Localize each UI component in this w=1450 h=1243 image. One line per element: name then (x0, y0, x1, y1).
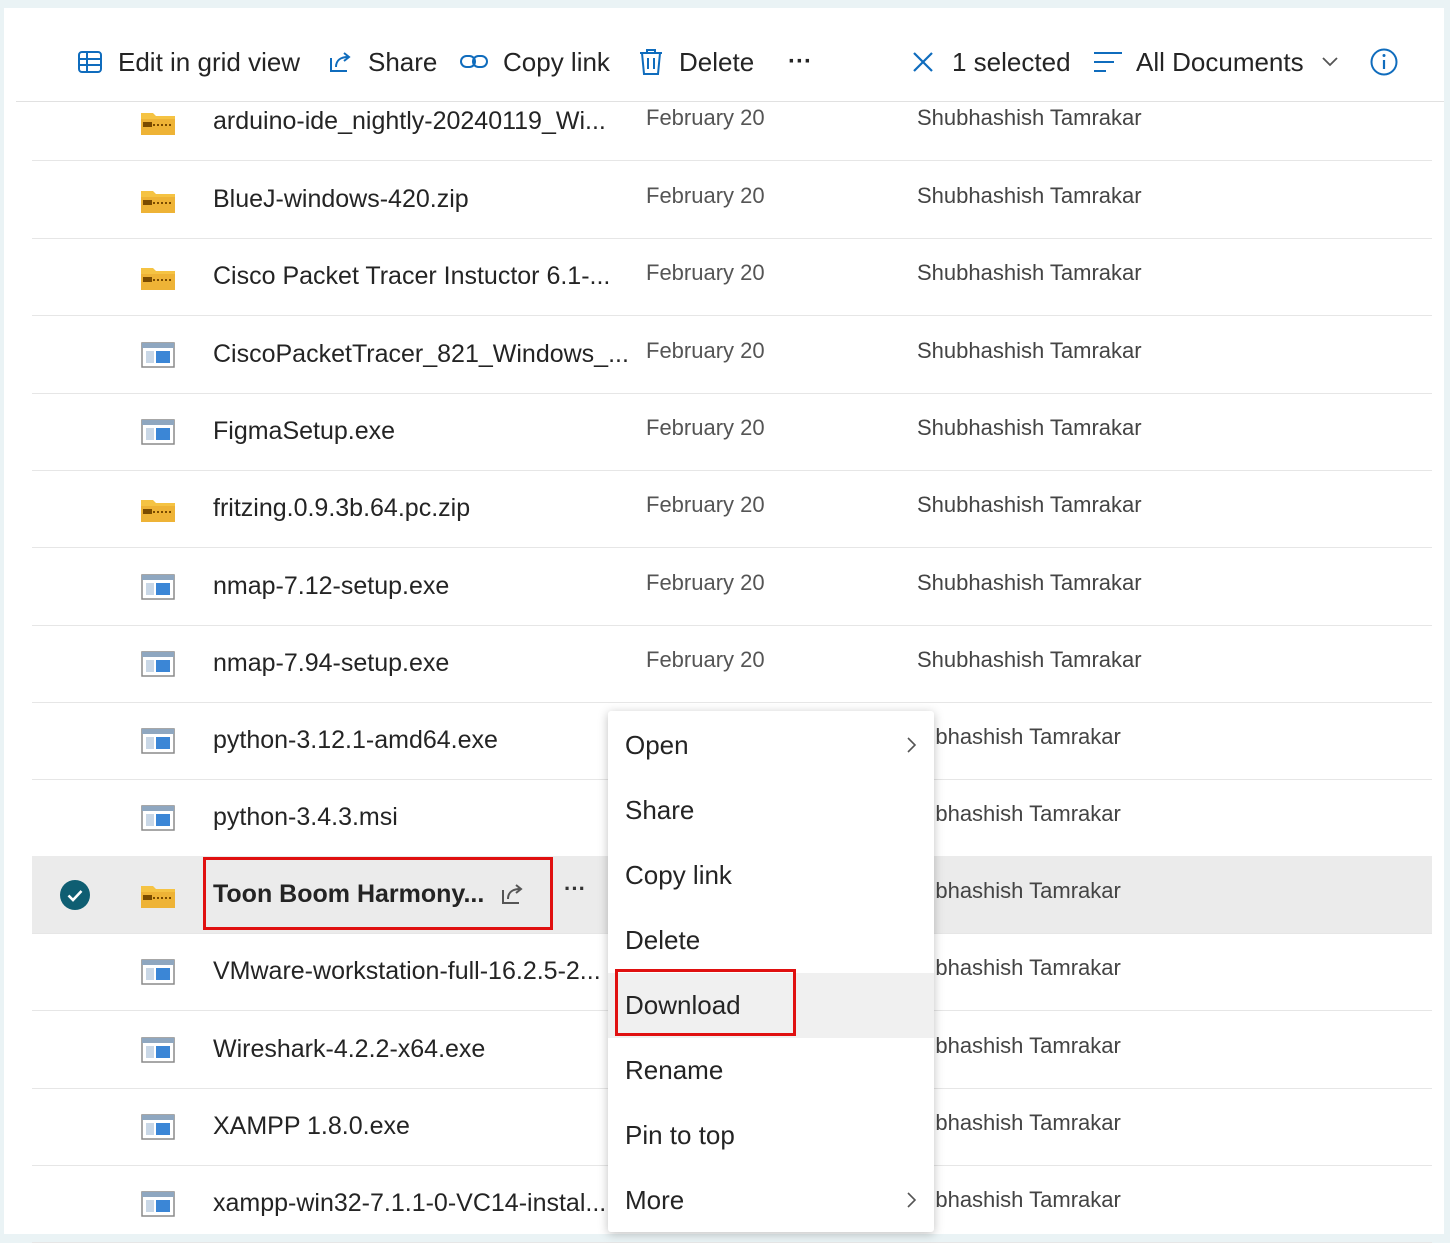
file-modified-by: ıubhashish Tamrakar (917, 724, 1121, 749)
menu-item-rename[interactable]: Rename (608, 1038, 934, 1103)
file-name[interactable]: CiscoPacketTracer_821_Windows_... (213, 316, 629, 393)
menu-item-label: Delete (625, 925, 701, 955)
row-more-button[interactable]: ··· (564, 876, 594, 906)
file-row[interactable]: nmap-7.12-setup.exe February 20 Shubhash… (32, 548, 1432, 626)
chevron-right-icon (904, 1190, 918, 1215)
menu-item-more[interactable]: More (608, 1168, 934, 1233)
share-icon (326, 48, 354, 76)
menu-item-open[interactable]: Open (608, 713, 934, 778)
file-row[interactable]: nmap-7.94-setup.exe February 20 Shubhash… (32, 625, 1432, 703)
copy-link-label: Copy link (503, 46, 610, 77)
chevron-right-icon (904, 735, 918, 760)
file-name[interactable]: Cisco Packet Tracer Instuctor 6.1-... (213, 238, 610, 315)
file-modified: February 20 (646, 338, 765, 363)
exe-file-icon (140, 803, 176, 838)
grid-icon (76, 48, 104, 76)
zip-folder-icon (140, 107, 176, 142)
share-label: Share (368, 46, 438, 77)
file-modified: February 20 (646, 105, 765, 130)
file-name[interactable]: python-3.12.1-amd64.exe (213, 702, 498, 779)
file-modified-by: Shubhashish Tamrakar (917, 105, 1142, 130)
file-name[interactable]: arduino-ide_nightly-20240119_Wi... (213, 83, 606, 160)
list-lines-icon (1092, 48, 1124, 76)
link-icon (459, 48, 489, 76)
row-check-icon[interactable] (60, 880, 90, 910)
menu-item-share[interactable]: Share (608, 778, 934, 843)
file-modified: February 20 (646, 492, 765, 517)
zip-folder-icon (140, 262, 176, 297)
file-name[interactable]: nmap-7.12-setup.exe (213, 548, 449, 625)
file-name[interactable]: VMware-workstation-full-16.2.5-2... (213, 933, 601, 1010)
exe-file-icon (140, 726, 176, 761)
exe-file-icon (140, 417, 176, 452)
file-modified-by: Shubhashish Tamrakar (917, 415, 1142, 440)
file-modified-by: Shubhashish Tamrakar (917, 183, 1142, 208)
file-row[interactable]: Cisco Packet Tracer Instuctor 6.1-... Fe… (32, 238, 1432, 316)
file-name[interactable]: Wireshark-4.2.2-x64.exe (213, 1011, 485, 1088)
menu-item-label: Share (625, 795, 695, 825)
file-name[interactable]: XAMPP 1.8.0.exe (213, 1088, 410, 1165)
file-modified-by: ıubhashish Tamrakar (917, 878, 1121, 903)
file-row[interactable]: FigmaSetup.exe February 20 Shubhashish T… (32, 393, 1432, 471)
file-modified-by: Shubhashish Tamrakar (917, 338, 1142, 363)
file-name[interactable]: fritzing.0.9.3b.64.pc.zip (213, 470, 470, 547)
zip-folder-icon (140, 880, 176, 915)
file-modified-by: Shubhashish Tamrakar (917, 570, 1142, 595)
file-row[interactable]: CiscoPacketTracer_821_Windows_... Februa… (32, 316, 1432, 394)
file-modified-by: Shubhashish Tamrakar (917, 260, 1142, 285)
exe-file-icon (140, 1112, 176, 1147)
file-name[interactable]: python-3.4.3.msi (213, 779, 398, 856)
file-row[interactable]: arduino-ide_nightly-20240119_Wi... Febru… (32, 83, 1432, 161)
file-modified-by: ıubhashish Tamrakar (917, 1033, 1121, 1058)
file-modified-by: Shubhashish Tamrakar (917, 647, 1142, 672)
menu-item-label: Open (625, 730, 689, 760)
view-label: All Documents (1136, 46, 1304, 77)
exe-file-icon (140, 340, 176, 375)
file-row[interactable]: fritzing.0.9.3b.64.pc.zip February 20 Sh… (32, 470, 1432, 548)
file-modified: February 20 (646, 415, 765, 440)
menu-item-label: Rename (625, 1055, 724, 1085)
zip-folder-icon (140, 185, 176, 220)
zip-folder-icon (140, 494, 176, 529)
selected-file-highlight (203, 857, 553, 930)
delete-label: Delete (679, 46, 755, 77)
exe-file-icon (140, 649, 176, 684)
download-highlight (615, 969, 796, 1036)
chevron-down-icon (1320, 55, 1340, 69)
menu-item-copy-link[interactable]: Copy link (608, 843, 934, 908)
file-name[interactable]: nmap-7.94-setup.exe (213, 625, 449, 702)
file-modified-by: ıubhashish Tamrakar (917, 1110, 1121, 1135)
exe-file-icon (140, 572, 176, 607)
menu-item-label: Pin to top (625, 1120, 735, 1150)
exe-file-icon (140, 1189, 176, 1224)
file-modified: February 20 (646, 183, 765, 208)
menu-item-label: More (625, 1185, 685, 1215)
edit-grid-label: Edit in grid view (118, 46, 301, 77)
close-icon (910, 49, 936, 75)
menu-item-delete[interactable]: Delete (608, 908, 934, 973)
file-modified: February 20 (646, 260, 765, 285)
file-name[interactable]: BlueJ-windows-420.zip (213, 161, 469, 238)
file-modified-by: ıubhashish Tamrakar (917, 801, 1121, 826)
menu-item-pin-to-top[interactable]: Pin to top (608, 1103, 934, 1168)
exe-file-icon (140, 1035, 176, 1070)
file-name[interactable]: xampp-win32-7.1.1-0-VC14-instal... (213, 1165, 606, 1242)
file-modified-by: ıubhashish Tamrakar (917, 955, 1121, 980)
info-icon (1369, 47, 1399, 77)
exe-file-icon (140, 957, 176, 992)
menu-item-label: Copy link (625, 860, 732, 890)
file-row[interactable]: BlueJ-windows-420.zip February 20 Shubha… (32, 161, 1432, 239)
trash-icon (637, 47, 665, 77)
file-modified: February 20 (646, 570, 765, 595)
file-name[interactable]: FigmaSetup.exe (213, 393, 395, 470)
file-modified-by: ıubhashish Tamrakar (917, 1187, 1121, 1212)
file-modified-by: Shubhashish Tamrakar (917, 492, 1142, 517)
file-modified: February 20 (646, 647, 765, 672)
